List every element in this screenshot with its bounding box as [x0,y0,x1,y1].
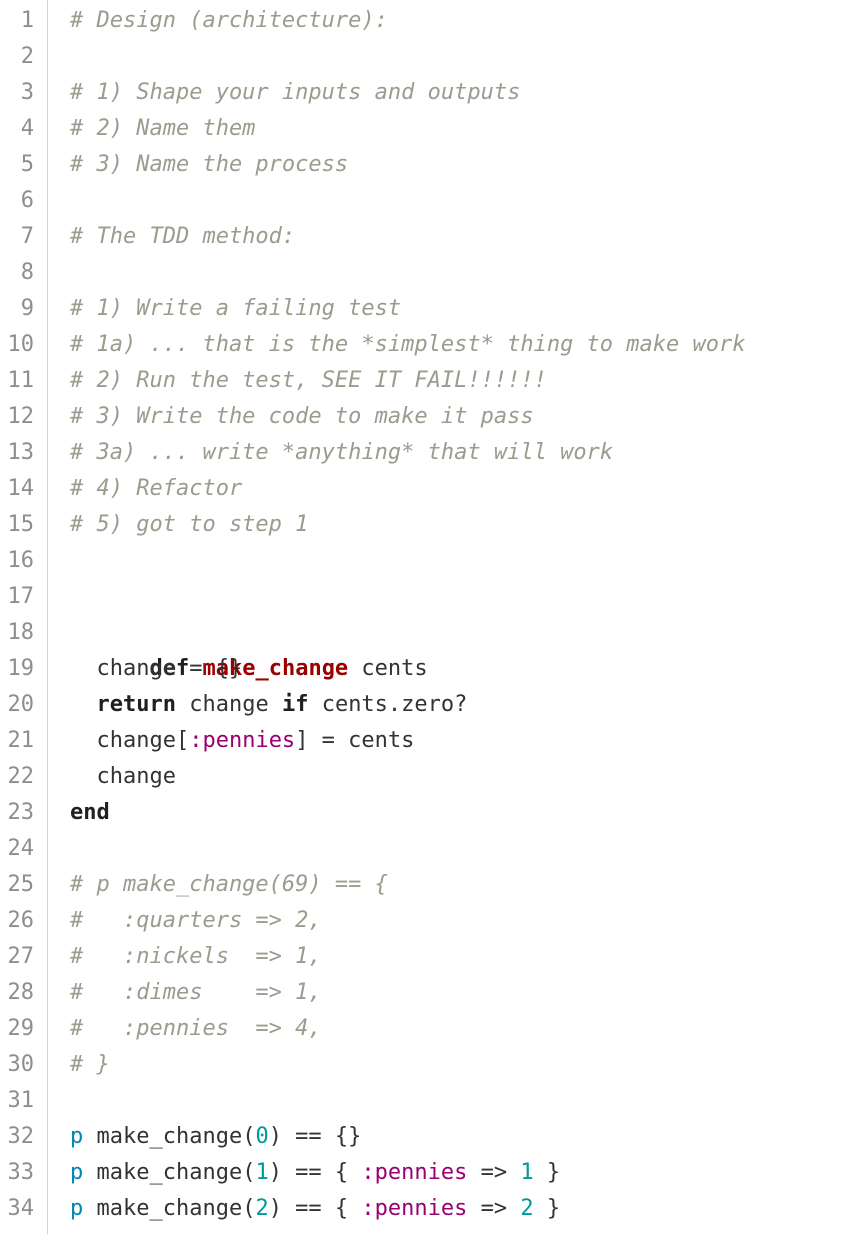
p-method: p [70,1196,84,1221]
line-number: 9 [20,296,34,321]
number-token: 1 [255,1160,269,1185]
code-line-18: def make_change cents [70,615,427,681]
line-number: 23 [7,800,35,825]
code-fragment: } [533,1160,561,1185]
code-fragment: make_change( [83,1160,256,1185]
symbol-token: :pennies [361,1196,468,1221]
code-line-26: # :quarters => 2, [70,908,322,933]
code-line-34: p make_change(2) == { :pennies => 2 } [70,1191,560,1227]
code-fragment: make_change( [83,1124,256,1149]
code-line-5: # 3) Name the process [70,152,349,177]
number-token: 2 [520,1196,534,1221]
code-fragment: change [175,692,282,717]
line-number: 12 [7,404,35,429]
line-number: 14 [7,476,35,501]
p-method: p [70,1160,84,1185]
code-line-32: p make_change(0) == {} [70,1119,361,1155]
code-area[interactable]: # Design (architecture): # 1) Shape your… [70,0,866,1234]
line-number: 24 [7,836,35,861]
line-number: 3 [20,80,34,105]
number-token: 2 [255,1196,269,1221]
code-line-21: change[:pennies] = cents [70,723,414,759]
line-number: 1 [20,8,34,33]
code-line-33: p make_change(1) == { :pennies => 1 } [70,1155,560,1191]
code-editor[interactable]: 1 2 3 4 5 6 7 8 9 10 11 12 13 14 15 16 17 18 19 20 21 22 23 24 2… [0,0,866,1234]
line-number: 26 [7,908,35,933]
line-number: 5 [20,152,34,177]
code-line-30: # } [70,1052,110,1077]
line-number: 15 [7,512,35,537]
line-number: 25 [7,872,35,897]
return-keyword: return [96,692,176,717]
code-fragment: => [467,1160,521,1185]
code-fragment: cents.zero? [308,692,468,717]
method-param: cents [348,656,428,681]
line-number: 20 [7,692,35,717]
line-number: 4 [20,116,34,141]
code-fragment: make_change( [83,1196,256,1221]
code-line-11: # 2) Run the test, SEE IT FAIL!!!!!! [70,368,547,393]
line-number: 29 [7,1016,35,1041]
line-number: 10 [7,332,35,357]
line-number: 6 [20,188,34,213]
code-line-15: # 5) got to step 1 [70,512,309,537]
code-line-13: # 3a) ... write *anything* that will wor… [70,440,614,465]
line-number: 32 [7,1124,35,1149]
line-number: 31 [7,1088,35,1113]
symbol-token: :pennies [189,728,296,753]
line-number: 11 [7,368,35,393]
code-line-20: return change if cents.zero? [70,687,468,723]
line-number: 7 [20,224,34,249]
line-number: 17 [7,584,35,609]
line-number: 34 [7,1196,35,1221]
line-number: 27 [7,944,35,969]
code-line-3: # 1) Shape your inputs and outputs [70,80,521,105]
code-line-4: # 2) Name them [70,116,256,141]
line-number: 8 [20,260,34,285]
code-line-10: # 1a) ... that is the *simplest* thing t… [70,332,746,357]
code-line-27: # :nickels => 1, [70,944,322,969]
p-method: p [70,1124,84,1149]
code-fragment: ) == {} [268,1124,362,1149]
code-line-23: end [70,795,110,831]
if-keyword: if [281,692,309,717]
code-line-29: # :pennies => 4, [70,1016,322,1041]
code-line-12: # 3) Write the code to make it pass [70,404,534,429]
line-number: 19 [7,656,35,681]
line-number-gutter: 1 2 3 4 5 6 7 8 9 10 11 12 13 14 15 16 17 18 19 20 21 22 23 24 2… [0,0,48,1234]
code-fragment: => [467,1196,521,1221]
code-line-9: # 1) Write a failing test [70,296,402,321]
line-number: 33 [7,1160,35,1185]
code-line-25: # p make_change(69) == { [70,872,388,897]
code-fragment: } [533,1196,561,1221]
code-line-14: # 4) Refactor [70,476,243,501]
line-number: 22 [7,764,35,789]
line-number: 21 [7,728,35,753]
end-keyword: end [70,800,110,825]
code-fragment: change[ [70,728,190,753]
code-fragment: ) == { [268,1196,362,1221]
line-number: 28 [7,980,35,1005]
symbol-token: :pennies [361,1160,468,1185]
number-token: 0 [255,1124,269,1149]
code-line-7: # The TDD method: [70,224,296,249]
line-number: 2 [20,44,34,69]
code-line-22: change [70,764,176,789]
line-number: 30 [7,1052,35,1077]
code-line-19: change = {} [70,656,243,681]
code-fragment: ] = cents [295,728,415,753]
line-number: 13 [7,440,35,465]
line-number: 18 [7,620,35,645]
code-line-28: # :dimes => 1, [70,980,322,1005]
number-token: 1 [520,1160,534,1185]
code-fragment: ) == { [268,1160,362,1185]
line-number: 16 [7,548,35,573]
code-line-1: # Design (architecture): [70,8,388,33]
